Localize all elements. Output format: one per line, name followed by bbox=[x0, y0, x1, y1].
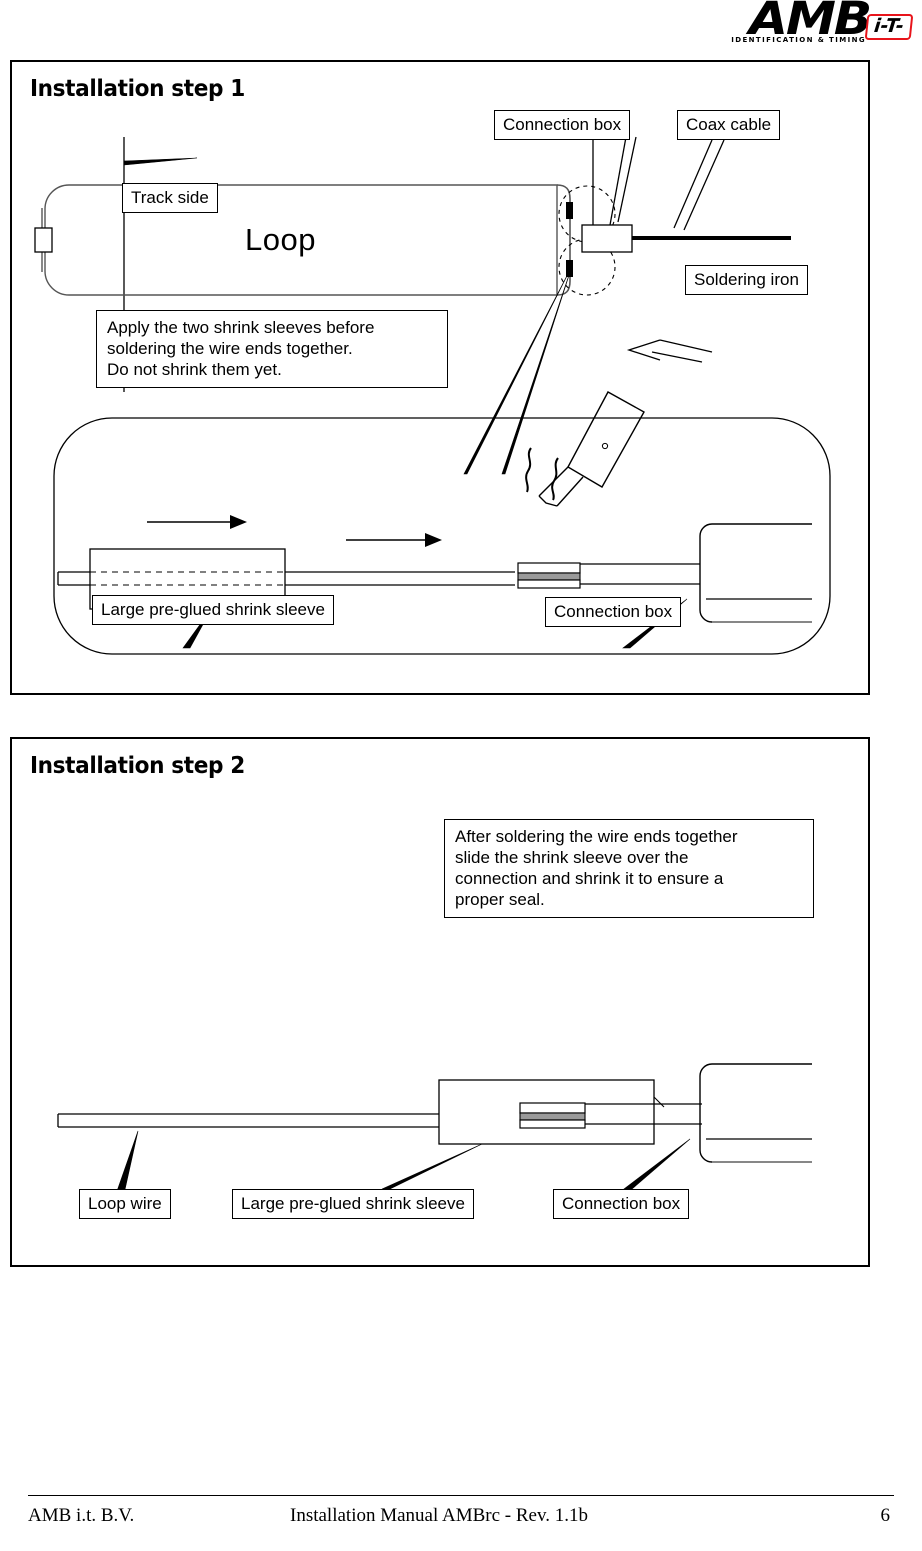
callout-step2-connection-box: Connection box bbox=[553, 1189, 690, 1219]
s2-small-sleeve-bottom bbox=[519, 1119, 586, 1129]
page-header: AMB IDENTIFICATION & TIMING i-T- bbox=[0, 0, 922, 58]
callout-track-side: Track side bbox=[122, 183, 218, 213]
soldering-iron-leader-chevron bbox=[626, 339, 661, 361]
footer-page-number: 6 bbox=[880, 1505, 891, 1526]
s2-small-sleeve-top bbox=[519, 1102, 586, 1114]
loop-label: Loop bbox=[245, 222, 316, 257]
callout-shrink-note: Apply the two shrink sleeves before sold… bbox=[96, 310, 448, 388]
coax-leader-1 bbox=[673, 139, 713, 229]
s2-loop-wire-leader bbox=[115, 1130, 139, 1195]
coax-leader-2 bbox=[683, 139, 725, 231]
logo-it-badge: i-T- bbox=[864, 14, 914, 40]
soldering-iron-leader-1 bbox=[659, 339, 713, 353]
soldering-iron-detail bbox=[601, 442, 609, 450]
shrink-note-line-3: Do not shrink them yet. bbox=[107, 360, 282, 379]
solder-joint-upper bbox=[566, 202, 573, 219]
callout-connection-box-top: Connection box bbox=[494, 110, 631, 140]
s2-small-sleeve-solder-fill bbox=[519, 1112, 586, 1121]
shrink-note-line-1: Apply the two shrink sleeves before bbox=[107, 318, 375, 337]
footer-company: AMB i.t. B.V. bbox=[28, 1505, 135, 1526]
footer-divider bbox=[28, 1495, 894, 1496]
callout-large-shrink-sleeve: Large pre-glued shrink sleeve bbox=[92, 595, 334, 625]
callout-step2-note: After soldering the wire ends together s… bbox=[444, 819, 814, 918]
connection-box-top-leader-2 bbox=[609, 136, 627, 226]
page-footer: AMB i.t. B.V. Installation Manual AMBrc … bbox=[28, 1505, 894, 1533]
footer-title: Installation Manual AMBrc - Rev. 1.1b bbox=[290, 1505, 588, 1526]
step2-note-line-1: After soldering the wire ends together bbox=[455, 827, 738, 846]
connection-box-top bbox=[581, 224, 633, 253]
step2-note-line-4: proper seal. bbox=[455, 890, 545, 909]
callout-step2-large-shrink-sleeve: Large pre-glued shrink sleeve bbox=[232, 1189, 474, 1219]
installation-step-2-panel: Installation step 2 After soldering the … bbox=[10, 737, 870, 1267]
small-sleeve-bottom bbox=[517, 579, 581, 589]
logo-tagline: IDENTIFICATION & TIMING bbox=[731, 36, 866, 44]
s2-connection-box-outline bbox=[699, 1063, 812, 1163]
amb-logo: AMB IDENTIFICATION & TIMING i-T- bbox=[714, 0, 914, 48]
track-side-pointer bbox=[123, 157, 198, 166]
small-sleeve-solder-fill bbox=[517, 572, 581, 581]
s2-sleeve-edge-tick bbox=[653, 1096, 665, 1108]
callout-loop-wire: Loop wire bbox=[79, 1189, 171, 1219]
connection-box-lower-outline bbox=[699, 523, 812, 623]
callout-soldering-iron: Soldering iron bbox=[685, 265, 808, 295]
installation-step-1-panel: Installation step 1 Track side Connectio… bbox=[10, 60, 870, 695]
joint-to-lower-leader-2 bbox=[501, 265, 573, 475]
callout-connection-box-bottom: Connection box bbox=[545, 597, 682, 627]
small-sleeve-top bbox=[517, 562, 581, 574]
s2-shrink-sleeve-leader bbox=[381, 1143, 483, 1190]
soldering-iron-neck-2 bbox=[556, 476, 584, 507]
connection-box-top-leader-3 bbox=[617, 136, 637, 223]
loop-left-connector bbox=[34, 227, 53, 253]
slide-arrow-2 bbox=[346, 533, 442, 547]
smoke-wisp-2 bbox=[551, 457, 559, 501]
step2-note-line-3: connection and shrink it to ensure a bbox=[455, 869, 724, 888]
joint-to-lower-leader-1 bbox=[463, 265, 573, 475]
step2-note-line-2: slide the shrink sleeve over the bbox=[455, 848, 689, 867]
slide-arrow-1 bbox=[147, 515, 247, 529]
soldering-iron-body bbox=[567, 391, 645, 488]
logo-wordmark: AMB bbox=[749, 0, 872, 45]
smoke-wisp-1 bbox=[525, 447, 532, 493]
s2-connection-box-leader bbox=[623, 1138, 691, 1190]
callout-coax-cable: Coax cable bbox=[677, 110, 781, 140]
shrink-note-line-2: soldering the wire ends together. bbox=[107, 339, 353, 358]
